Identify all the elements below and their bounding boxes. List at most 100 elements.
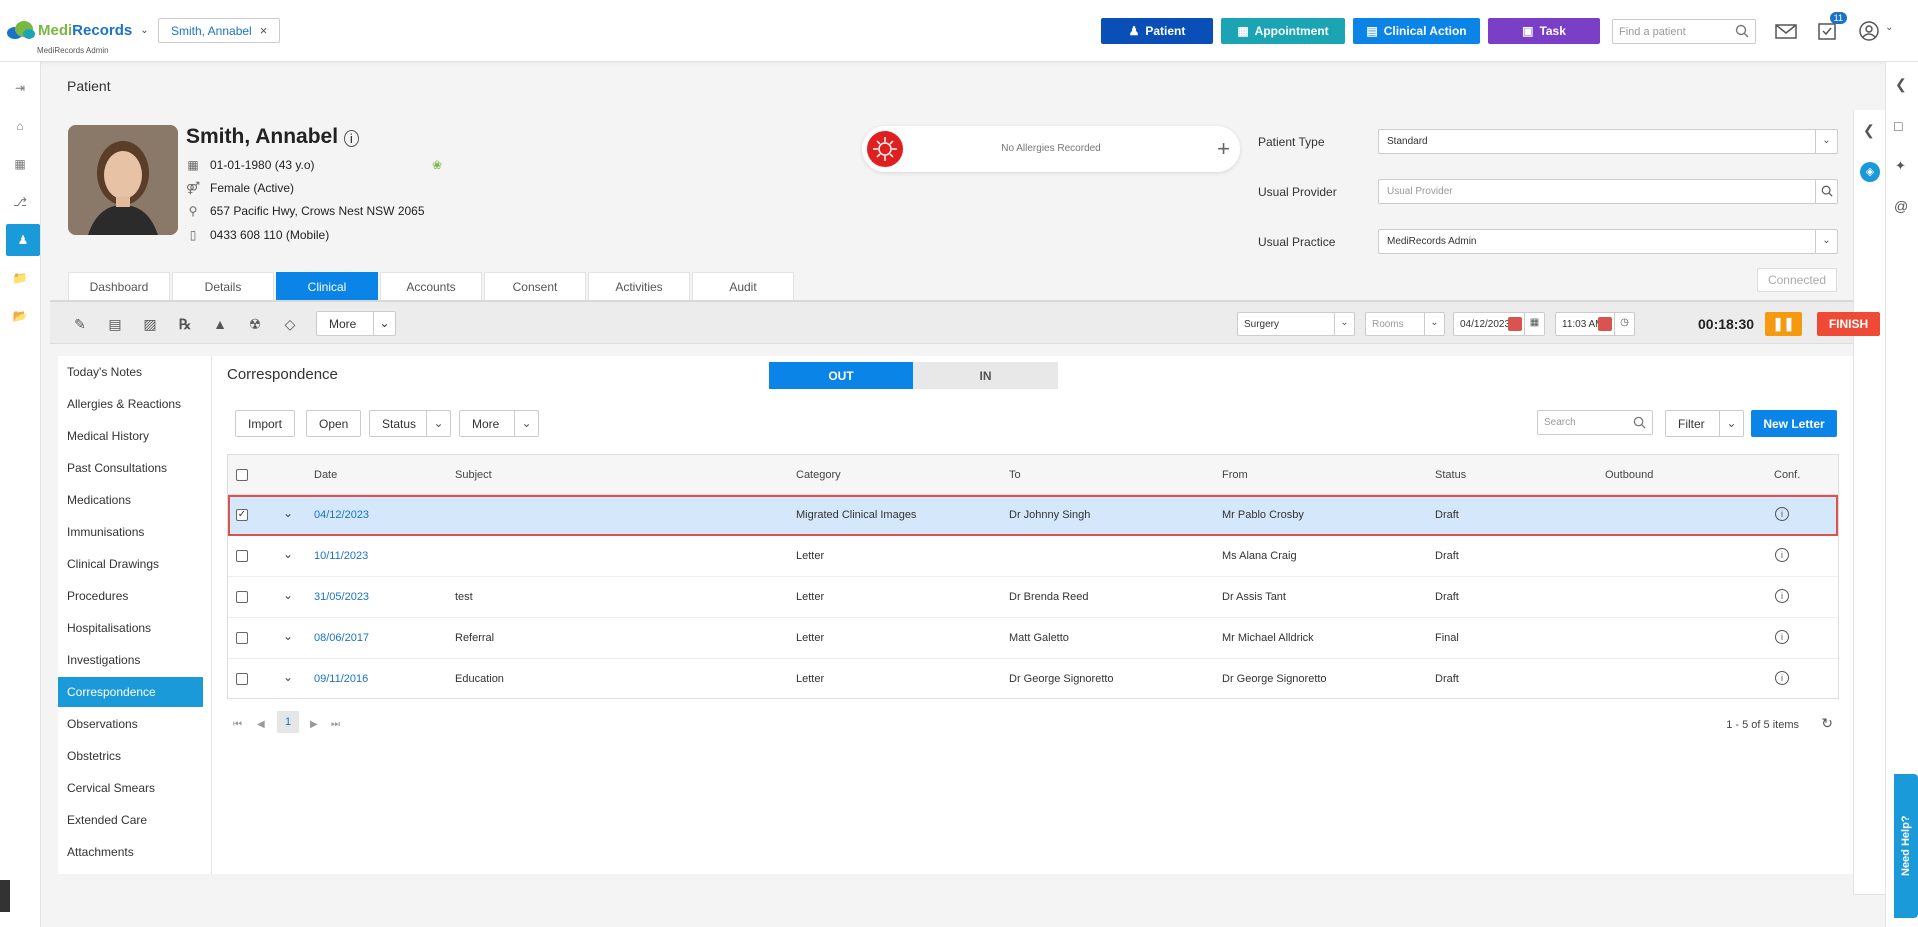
tab-out[interactable]: OUT	[769, 362, 913, 389]
logo[interactable]: MediRecords ⌄	[6, 20, 149, 40]
sidebar-item-investigations[interactable]: Investigations	[58, 645, 203, 675]
info-icon[interactable]: i	[1775, 671, 1789, 685]
toolbar-more-dropdown[interactable]: More ⌄	[316, 311, 396, 336]
need-help-tab[interactable]: Need Help?	[1894, 774, 1918, 918]
close-icon[interactable]: ×	[260, 23, 268, 38]
search-icon[interactable]	[1815, 180, 1837, 203]
row-date[interactable]: 31/05/2023	[314, 591, 369, 603]
table-row[interactable]: ⌄ 09/11/2016 Education Letter Dr George …	[228, 659, 1838, 700]
user-menu[interactable]: ⌄	[1857, 20, 1897, 42]
select-all-checkbox[interactable]	[236, 469, 248, 481]
refresh-icon[interactable]: ↻	[1821, 715, 1833, 732]
new-letter-button[interactable]: New Letter	[1751, 410, 1837, 437]
tab-clinical[interactable]: Clinical	[276, 272, 378, 300]
column-outbound[interactable]: Outbound	[1605, 469, 1653, 481]
chevron-down-icon[interactable]: ⌄	[283, 629, 293, 643]
column-to[interactable]: To	[1009, 469, 1021, 481]
column-subject[interactable]: Subject	[455, 469, 492, 481]
info-icon[interactable]: i	[343, 130, 359, 147]
chevron-left-icon[interactable]: ❮	[1863, 122, 1875, 139]
sidebar-item-extended-care[interactable]: Extended Care	[58, 805, 203, 835]
folder-export-icon[interactable]: 📂	[8, 304, 32, 328]
column-conf[interactable]: Conf.	[1774, 469, 1800, 481]
more-dropdown[interactable]: More ⌄	[459, 410, 539, 437]
chevron-down-icon[interactable]: ⌄	[283, 670, 293, 684]
calendar-icon[interactable]: ▦	[1524, 313, 1544, 335]
table-row[interactable]: ⌄ 10/11/2023 Letter Ms Alana Craig Draft…	[228, 536, 1838, 577]
clinical-action-button[interactable]: ▤ Clinical Action	[1353, 18, 1480, 44]
collapse-menu-icon[interactable]: ⇥	[8, 76, 32, 100]
row-checkbox[interactable]	[236, 673, 248, 685]
prescription-icon[interactable]: ℞	[175, 314, 195, 334]
patient-type-select[interactable]: Standard ⌄	[1378, 129, 1838, 154]
appointment-button[interactable]: ▦ Appointment	[1221, 18, 1345, 44]
pin-icon[interactable]: ✦	[1895, 158, 1906, 174]
session-time-input[interactable]: 11:03 AM ◷	[1555, 312, 1635, 336]
filter-dropdown[interactable]: Filter ⌄	[1665, 410, 1744, 437]
sidebar-item-observations[interactable]: Observations	[58, 709, 203, 739]
info-icon[interactable]: i	[1775, 589, 1789, 603]
info-icon[interactable]: i	[1775, 630, 1789, 644]
home-icon[interactable]: ⌂	[8, 114, 32, 138]
row-checkbox[interactable]: ✓	[236, 509, 248, 521]
import-button[interactable]: Import	[235, 410, 296, 437]
radiation-icon[interactable]: ☢	[245, 314, 265, 334]
column-status[interactable]: Status	[1435, 469, 1466, 481]
last-page-icon[interactable]: ⏭	[331, 719, 340, 730]
tab-audit[interactable]: Audit	[692, 272, 794, 300]
table-row[interactable]: ✓ ⌄ 04/12/2023 Migrated Clinical Images …	[228, 495, 1838, 536]
row-checkbox[interactable]	[236, 591, 248, 603]
find-patient-input[interactable]: Find a patient	[1612, 19, 1756, 44]
status-dropdown[interactable]: Status ⌄	[369, 410, 451, 437]
row-date[interactable]: 04/12/2023	[314, 509, 369, 521]
sidebar-item-correspondence[interactable]: Correspondence	[58, 677, 203, 707]
sidebar-item-procedures[interactable]: Procedures	[58, 581, 203, 611]
chevron-left-icon[interactable]: ❮	[1895, 76, 1907, 93]
chevron-down-icon[interactable]: ⌄	[140, 25, 148, 36]
tab-dashboard[interactable]: Dashboard	[68, 272, 170, 300]
column-from[interactable]: From	[1222, 469, 1248, 481]
sidebar-item-cervical-smears[interactable]: Cervical Smears	[58, 773, 203, 803]
tab-consent[interactable]: Consent	[484, 272, 586, 300]
task-button[interactable]: ▣ Task	[1488, 18, 1600, 44]
info-icon[interactable]: i	[1775, 548, 1789, 562]
chat-icon[interactable]: □	[1894, 118, 1902, 134]
column-date[interactable]: Date	[314, 469, 337, 481]
surgery-select[interactable]: Surgery ⌄	[1237, 312, 1355, 336]
sidebar-item-immunisations[interactable]: Immunisations	[58, 517, 203, 547]
sidebar-item-allergies[interactable]: Allergies & Reactions	[58, 389, 203, 419]
column-category[interactable]: Category	[796, 469, 841, 481]
session-date-input[interactable]: 04/12/2023 ▦	[1453, 312, 1545, 336]
allergy-bar[interactable]: No Allergies Recorded +	[862, 126, 1240, 172]
chevron-down-icon[interactable]: ⌄	[283, 506, 293, 520]
chevron-down-icon[interactable]: ⌄	[283, 588, 293, 602]
tab-details[interactable]: Details	[172, 272, 274, 300]
chevron-down-icon[interactable]: ⌄	[283, 547, 293, 561]
row-checkbox[interactable]	[236, 550, 248, 562]
stethoscope-icon[interactable]: ⎇	[8, 190, 32, 214]
prev-page-icon[interactable]: ◀	[257, 719, 265, 730]
vaccine-icon[interactable]: ▲	[210, 314, 230, 334]
at-sign-icon[interactable]: @	[1894, 198, 1908, 214]
education-icon[interactable]: ◇	[280, 314, 300, 334]
sidebar-item-past-consultations[interactable]: Past Consultations	[58, 453, 203, 483]
info-icon[interactable]: i	[1775, 507, 1789, 521]
clipboard-icon[interactable]: ▤	[105, 314, 125, 334]
add-allergy-icon[interactable]: +	[1217, 136, 1230, 162]
page-number[interactable]: 1	[277, 711, 299, 733]
table-row[interactable]: ⌄ 31/05/2023 test Letter Dr Brenda Reed …	[228, 577, 1838, 618]
finish-button[interactable]: FINISH	[1817, 312, 1880, 336]
clock-icon[interactable]: ◷	[1614, 313, 1634, 335]
row-date[interactable]: 08/06/2017	[314, 632, 369, 644]
folder-icon[interactable]: 📁	[8, 266, 32, 290]
connected-button[interactable]: Connected	[1757, 268, 1837, 292]
row-date[interactable]: 10/11/2023	[314, 550, 368, 562]
mail-icon[interactable]	[1774, 20, 1798, 42]
sidebar-item-attachments[interactable]: Attachments	[58, 837, 203, 867]
side-tab-handle[interactable]	[0, 880, 10, 912]
sidebar-item-hospitalisations[interactable]: Hospitalisations	[58, 613, 203, 643]
sidebar-item-clinical-drawings[interactable]: Clinical Drawings	[58, 549, 203, 579]
usual-provider-input[interactable]: Usual Provider	[1378, 179, 1838, 204]
row-date[interactable]: 09/11/2016	[314, 673, 368, 685]
tab-activities[interactable]: Activities	[588, 272, 690, 300]
